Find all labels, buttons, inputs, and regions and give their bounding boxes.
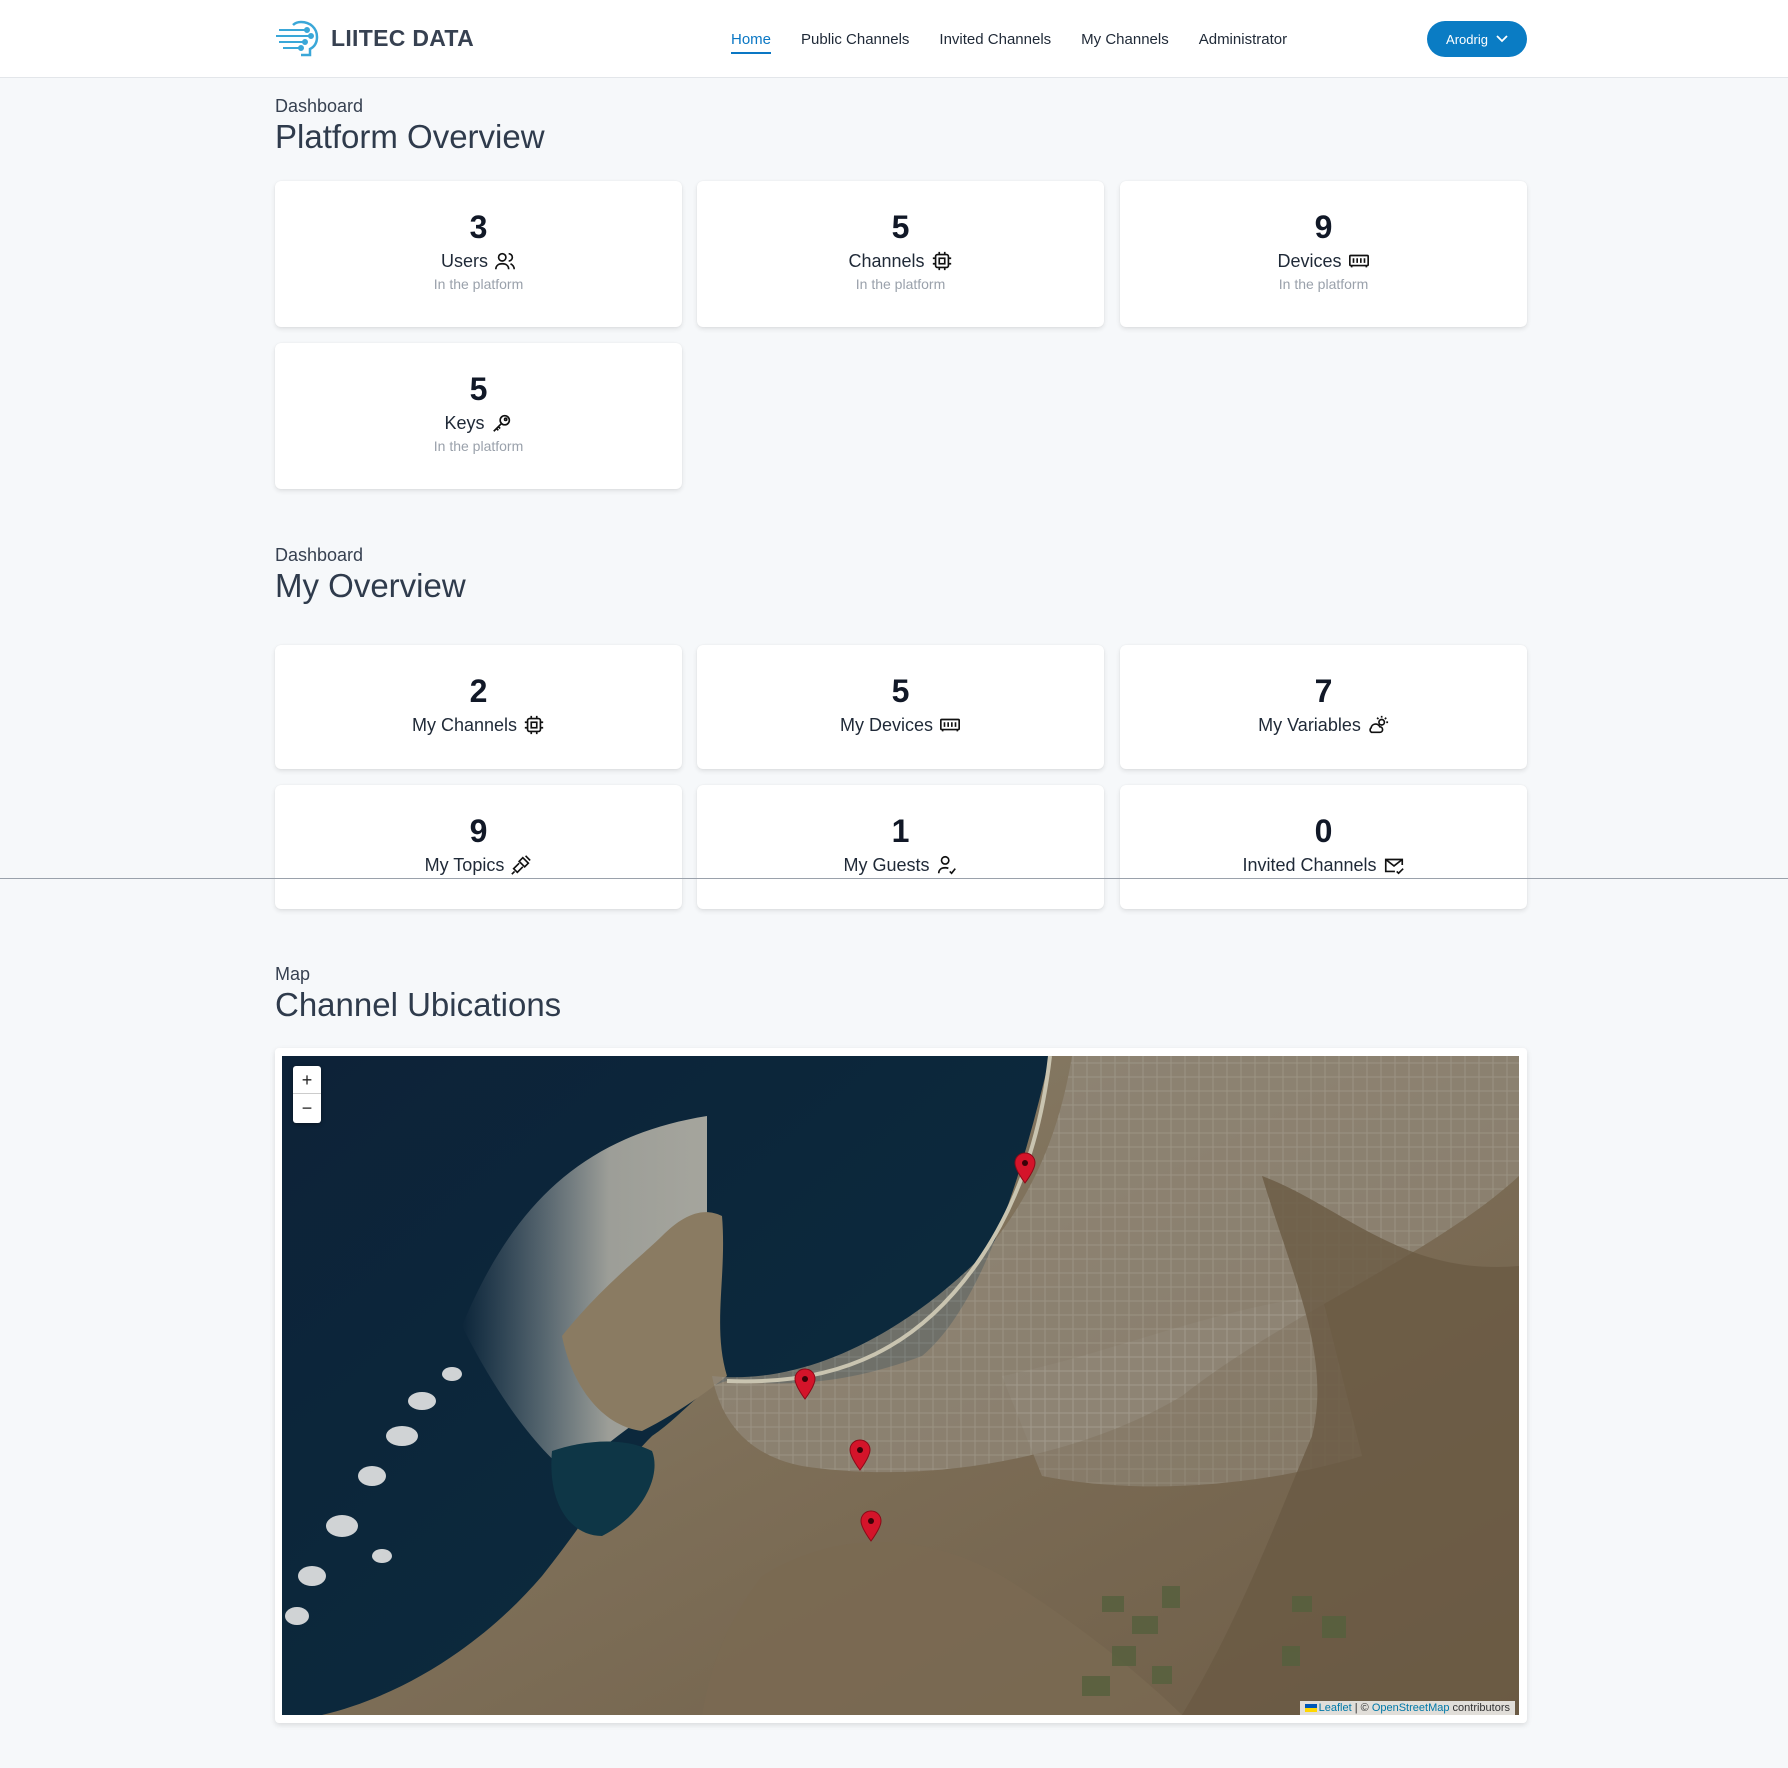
my-card-invited-channels[interactable]: 0 Invited Channels (1120, 785, 1527, 909)
user-menu-button[interactable]: Arodrig (1427, 21, 1527, 57)
section-eyebrow: Map (275, 964, 311, 984)
chip-icon (524, 715, 544, 735)
stat-subtitle: In the platform (855, 276, 946, 292)
stat-label-wrap: Keys (444, 412, 512, 434)
divider-line (0, 878, 1788, 879)
zoom-out-button[interactable]: − (293, 1094, 321, 1122)
stat-label-wrap: Users (441, 250, 516, 272)
user-name: Arodrig (1446, 31, 1488, 47)
satellite-map[interactable]: + − Leaflet | © OpenStreetMap contributo… (282, 1056, 1519, 1715)
chip-icon (932, 251, 951, 271)
map-marker-3[interactable] (849, 1439, 871, 1471)
stat-value: 2 (469, 673, 488, 709)
key-icon (492, 414, 510, 432)
page-title: Platform Overview (275, 118, 545, 155)
leaflet-link[interactable]: Leaflet (1319, 1702, 1352, 1714)
stat-card-channels[interactable]: 5 Channels In the platform (697, 181, 1104, 327)
stat-label-wrap: My Guests (843, 854, 957, 876)
stat-label: My Topics (424, 854, 505, 875)
stat-label-wrap: Devices (1277, 250, 1369, 272)
stat-label-wrap: Channels (848, 250, 952, 272)
stat-value: 0 (1314, 813, 1333, 849)
stat-label: My Devices (839, 714, 933, 735)
stat-subtitle: In the platform (433, 438, 524, 454)
memory-icon (940, 718, 960, 732)
main-nav: Home Public Channels Invited Channels My… (731, 0, 1317, 78)
stat-value: 5 (891, 209, 910, 245)
my-card-topics[interactable]: 9 My Topics (275, 785, 682, 909)
brand-name: LIITEC DATA (331, 24, 474, 51)
stat-label: Users (440, 250, 488, 271)
stat-card-devices[interactable]: 9 Devices In the platform (1120, 181, 1527, 327)
my-card-channels[interactable]: 2 My Channels (275, 645, 682, 769)
stat-label-wrap: My Topics (425, 854, 533, 876)
stat-value: 5 (891, 673, 910, 709)
stat-label: Keys (444, 412, 485, 433)
map-card: + − Leaflet | © OpenStreetMap contributo… (275, 1048, 1527, 1723)
attribution-sep: | © (1351, 1702, 1372, 1714)
section-eyebrow: Dashboard (275, 545, 364, 565)
zoom-in-button[interactable]: + (293, 1066, 321, 1094)
brain-circuit-logo-icon (276, 20, 319, 57)
nav-public-channels[interactable]: Public Channels (801, 31, 909, 48)
stat-label-wrap: My Devices (840, 714, 961, 736)
stat-value: 5 (469, 371, 488, 407)
my-card-devices[interactable]: 5 My Devices (697, 645, 1104, 769)
stat-value: 9 (469, 813, 488, 849)
stat-value: 9 (1314, 209, 1333, 245)
mail-check-icon (1384, 858, 1404, 875)
ukraine-flag-icon (1304, 1704, 1317, 1713)
section-title: Channel Ubications (275, 986, 562, 1023)
nav-administrator[interactable]: Administrator (1199, 31, 1287, 48)
stat-subtitle: In the platform (1278, 276, 1369, 292)
satellite-imagery (282, 1056, 1519, 1715)
nav-invited-channels[interactable]: Invited Channels (939, 31, 1051, 48)
nav-home[interactable]: Home (731, 31, 772, 54)
stat-label-wrap: My Channels (412, 714, 545, 736)
chevron-down-icon (1496, 35, 1508, 43)
plug-icon (511, 855, 532, 875)
stat-label: My Channels (411, 714, 518, 735)
section-eyebrow: Dashboard (275, 96, 364, 116)
section-title: My Overview (275, 567, 466, 604)
stat-label-wrap: Invited Channels (1242, 854, 1404, 876)
map-zoom-control: + − (293, 1066, 321, 1123)
weather-icon (1369, 715, 1388, 734)
stat-label: Devices (1277, 250, 1342, 271)
stat-label: My Guests (843, 854, 930, 875)
my-card-variables[interactable]: 7 My Variables (1120, 645, 1527, 769)
nav-my-channels[interactable]: My Channels (1081, 31, 1169, 48)
user-check-icon (937, 855, 956, 875)
stat-card-keys[interactable]: 5 Keys In the platform (275, 343, 682, 489)
stat-label-wrap: My Variables (1258, 714, 1389, 736)
memory-icon (1348, 254, 1369, 268)
brand[interactable]: LIITEC DATA (275, 18, 474, 58)
stat-value: 7 (1314, 673, 1333, 709)
osm-link[interactable]: OpenStreetMap (1372, 1702, 1450, 1714)
stat-label: Channels (848, 250, 925, 271)
stat-value: 3 (469, 209, 488, 245)
stat-card-users[interactable]: 3 Users In the platform (275, 181, 682, 327)
stat-subtitle: In the platform (433, 276, 524, 292)
map-marker-2[interactable] (794, 1368, 816, 1400)
map-marker-1[interactable] (1014, 1152, 1036, 1184)
top-navbar: LIITEC DATA Home Public Channels Invited… (0, 0, 1788, 78)
stat-label: Invited Channels (1242, 854, 1377, 875)
stat-label: My Variables (1258, 714, 1361, 735)
my-card-guests[interactable]: 1 My Guests (697, 785, 1104, 909)
stat-value: 1 (891, 813, 910, 849)
map-marker-4[interactable] (860, 1510, 882, 1542)
attribution-tail: contributors (1449, 1702, 1510, 1714)
map-attribution: Leaflet | © OpenStreetMap contributors (1299, 1701, 1515, 1715)
users-icon (495, 252, 515, 270)
